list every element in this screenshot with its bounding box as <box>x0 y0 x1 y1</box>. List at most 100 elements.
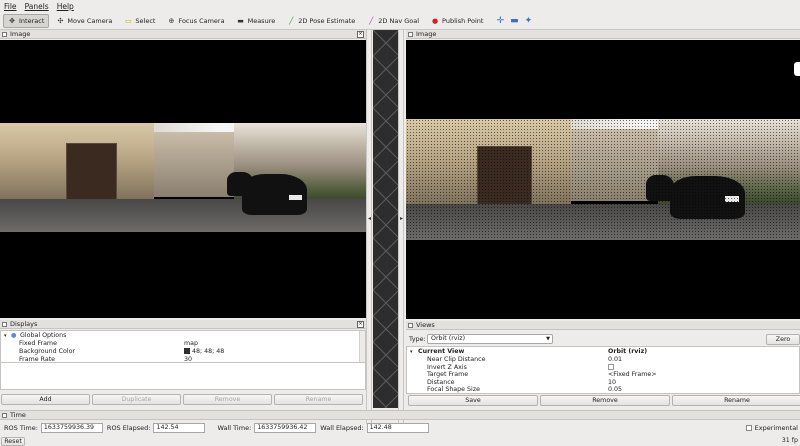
expand-arrow-icon[interactable]: ▾ <box>410 348 413 356</box>
display-row[interactable]: Frame Rate 30 <box>1 356 365 363</box>
add-display-button[interactable]: Add <box>1 394 90 405</box>
left-image-panel-header: Image × <box>0 30 366 39</box>
tool-interact[interactable]: ✥ Interact <box>3 14 50 28</box>
select-icon: ▭ <box>125 17 132 25</box>
displays-tree[interactable]: ▾ ● Global Options Fixed Frame map Background… <box>0 330 366 363</box>
view-property-row[interactable]: Focal Shape Size 0.05 <box>407 386 799 393</box>
display-row[interactable]: Fixed Frame map <box>1 340 365 348</box>
views-type-select[interactable]: Orbit (rviz) ▼ <box>427 334 553 344</box>
display-key: Background Color <box>19 348 76 355</box>
interact-icon: ✥ <box>9 17 15 25</box>
nav-goal-icon: ╱ <box>369 17 374 25</box>
wall-time-field[interactable]: 1633759936.42 <box>254 423 317 433</box>
rename-view-button[interactable]: Rename <box>672 395 800 406</box>
experimental-label: Experimental <box>754 424 798 432</box>
tool-label: Publish Point <box>442 17 484 25</box>
view-property-value: 10 <box>608 378 617 386</box>
displays-panel-title: Displays <box>10 320 38 328</box>
measure-icon: ▬ <box>237 17 244 25</box>
current-view-key: Current View <box>418 348 465 355</box>
remove-display-button[interactable]: Remove <box>183 394 272 405</box>
right-image-panel-header: Image <box>406 30 800 39</box>
time-panel-header: Time <box>0 410 800 420</box>
side-widget-icon[interactable] <box>794 62 800 76</box>
wall-elapsed-field[interactable]: 142.48 <box>366 423 429 433</box>
publish-point-icon: ● <box>431 17 439 25</box>
current-view-value: Orbit (rviz) <box>608 348 648 355</box>
menu-help[interactable]: Help <box>57 2 74 11</box>
tool-focus-camera[interactable]: ⊕ Focus Camera <box>162 14 229 28</box>
panel-float-icon[interactable] <box>2 32 7 37</box>
display-row[interactable]: Background Color 48; 48; 48 <box>1 348 365 356</box>
tool-label: Interact <box>19 17 45 25</box>
status-bar: Reset 31 fp <box>0 436 800 446</box>
wall-time-label: Wall Time: <box>217 424 252 432</box>
tool-label: 2D Pose Estimate <box>298 17 356 25</box>
displays-panel-header: Displays × <box>0 320 366 329</box>
display-key: Frame Rate <box>19 356 56 363</box>
plus-icon[interactable]: ✛ <box>496 16 505 26</box>
left-splitter-handle[interactable]: ◂ <box>366 30 372 424</box>
display-row[interactable]: ▾ ● Global Options <box>1 332 365 340</box>
render-view-background[interactable] <box>373 30 398 408</box>
views-panel-header: Views <box>406 321 800 330</box>
color-swatch[interactable] <box>184 348 190 354</box>
display-value: map <box>184 340 198 347</box>
tool-2d-pose-estimate[interactable]: ╱ 2D Pose Estimate <box>282 14 360 28</box>
left-image-panel-title: Image <box>10 30 31 38</box>
displays-description <box>0 363 366 390</box>
duplicate-display-button[interactable]: Duplicate <box>92 394 181 405</box>
views-button-row: Save Remove Rename <box>408 395 800 406</box>
ros-elapsed-field[interactable]: 142.54 <box>153 423 206 433</box>
time-panel-title: Time <box>10 411 26 419</box>
remove-view-button[interactable]: Remove <box>540 395 670 406</box>
tool-2d-nav-goal[interactable]: ╱ 2D Nav Goal <box>362 14 424 28</box>
tool-measure[interactable]: ▬ Measure <box>232 14 281 28</box>
close-icon[interactable]: × <box>357 31 364 38</box>
display-key: Fixed Frame <box>19 340 57 347</box>
tool-select[interactable]: ▭ Select <box>119 14 160 28</box>
ros-time-field[interactable]: 1633759936.39 <box>40 423 103 433</box>
panel-float-icon[interactable] <box>408 32 413 37</box>
left-camera-image <box>0 40 366 318</box>
display-value: 48; 48; 48 <box>192 348 225 355</box>
ros-time-label: ROS Time: <box>4 424 38 432</box>
expand-arrow-icon[interactable]: ▾ <box>4 332 7 340</box>
menu-panels[interactable]: Panels <box>25 2 49 11</box>
tool-move-camera[interactable]: ✣ Move Camera <box>51 14 117 28</box>
display-key: Global Options <box>20 332 67 339</box>
displays-scrollbar[interactable] <box>359 331 365 362</box>
tool-label: Measure <box>247 17 276 25</box>
fps-readout: 31 fp <box>781 437 798 444</box>
panel-float-icon[interactable] <box>2 322 7 327</box>
experimental-checkbox[interactable] <box>745 425 752 431</box>
views-tree[interactable]: ▾ Current View Orbit (rviz) Near Clip Dista… <box>406 346 800 394</box>
display-value: 30 <box>184 356 193 363</box>
rename-display-button[interactable]: Rename <box>274 394 363 405</box>
street-photo-depth <box>406 119 800 240</box>
minus-icon[interactable]: ▬ <box>510 16 519 26</box>
view-controls: ✛ ▬ ✦ <box>496 16 533 26</box>
views-type-label: Type: <box>409 336 426 343</box>
menu-file[interactable]: File <box>4 2 17 11</box>
views-panel-title: Views <box>416 321 435 329</box>
view-property-value: 0.01 <box>608 356 623 363</box>
tool-label: Focus Camera <box>178 17 225 25</box>
current-view-row[interactable]: ▾ Current View Orbit (rviz) <box>407 348 799 356</box>
menu-bar: File Panels Help <box>0 0 800 13</box>
panel-float-icon[interactable] <box>408 323 413 328</box>
add-tool-icon[interactable]: ✦ <box>524 16 533 26</box>
right-image-panel-title: Image <box>416 30 437 38</box>
panel-float-icon[interactable] <box>2 413 7 418</box>
focus-camera-icon: ⊕ <box>168 17 175 25</box>
zero-button[interactable]: Zero <box>766 334 800 345</box>
save-view-button[interactable]: Save <box>408 395 538 406</box>
view-property-key: Focal Shape Size <box>427 386 480 393</box>
close-icon[interactable]: × <box>357 321 364 328</box>
invert-z-checkbox[interactable] <box>608 363 614 370</box>
wall-elapsed-label: Wall Elapsed: <box>320 424 364 432</box>
street-photo <box>0 123 366 232</box>
move-camera-icon: ✣ <box>57 17 64 25</box>
right-splitter-handle[interactable]: ▸ <box>398 30 404 424</box>
tool-publish-point[interactable]: ● Publish Point <box>426 14 488 28</box>
